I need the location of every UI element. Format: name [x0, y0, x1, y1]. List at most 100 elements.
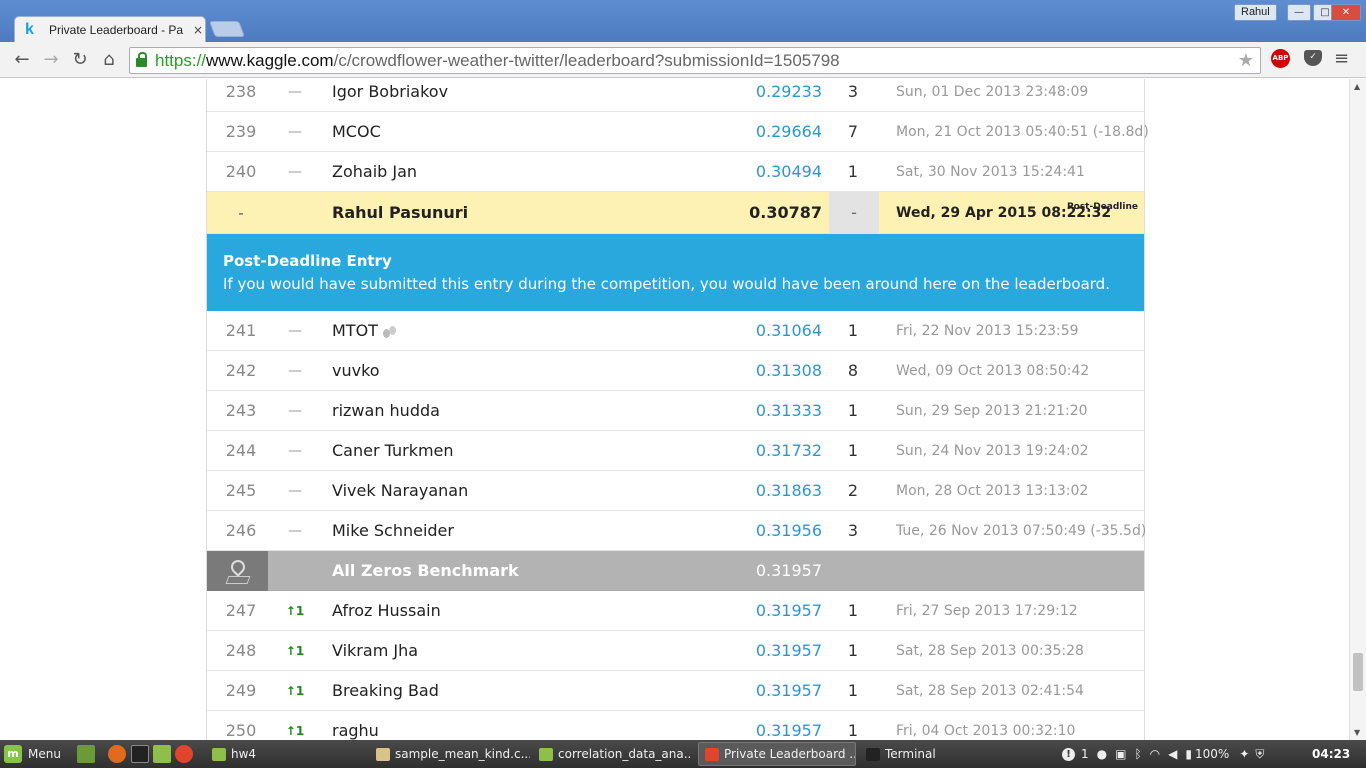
banner-text: If you would have submitted this entry d…: [223, 275, 1110, 293]
team-name[interactable]: Rahul Pasunuri: [332, 192, 468, 234]
adblock-icon[interactable]: ABP: [1271, 49, 1290, 68]
team-name[interactable]: vuvko: [332, 351, 380, 391]
bookmark-star-icon[interactable]: ★: [1238, 50, 1254, 71]
browser-tab[interactable]: k Private Leaderboard - Pa ×: [14, 16, 206, 42]
taskbar-window-button[interactable]: hw4: [206, 742, 356, 766]
firefox-icon[interactable]: [108, 745, 126, 763]
score-link[interactable]: 0.31957: [727, 711, 822, 740]
rank-change: ↑1: [285, 684, 305, 698]
score-link[interactable]: 0.31957: [727, 671, 822, 711]
team-name[interactable]: Caner Turkmen: [332, 431, 454, 471]
post-deadline-tag: Post-Deadline: [1067, 202, 1138, 212]
rank-cell: 241: [225, 321, 257, 340]
team-name[interactable]: Igor Bobriakov: [332, 79, 448, 112]
entries-count: 3: [847, 521, 859, 540]
notification-icon[interactable]: !: [1062, 747, 1075, 761]
tab-close-icon[interactable]: ×: [193, 23, 203, 37]
last-submission: Sun, 24 Nov 2013 19:24:02: [896, 443, 1089, 459]
team-name[interactable]: Breaking Bad: [332, 671, 439, 711]
reload-icon[interactable]: ↻: [69, 49, 91, 71]
clipboard-icon[interactable]: ▣: [1115, 747, 1126, 761]
forward-icon[interactable]: →: [40, 49, 62, 71]
rank-cell: 245: [225, 481, 257, 500]
scrollbar[interactable]: ▲ ▼: [1349, 79, 1366, 740]
new-tab-button[interactable]: [209, 21, 245, 37]
address-bar[interactable]: https://www.kaggle.com/c/crowdflower-wea…: [129, 47, 1261, 74]
score-link[interactable]: 0.31308: [727, 351, 822, 391]
benchmark-score: 0.31957: [755, 561, 822, 580]
dropbox-icon[interactable]: ✦: [1239, 747, 1249, 761]
team-name[interactable]: Mike Schneider: [332, 511, 454, 551]
team-name[interactable]: rizwan hudda: [332, 391, 440, 431]
team-name[interactable]: Vivek Narayanan: [332, 471, 468, 511]
battery-icon[interactable]: ▮: [1185, 747, 1192, 761]
window-label: sample_mean_kind.c...: [395, 747, 530, 761]
team-name-wrapper[interactable]: MTOT: [332, 311, 397, 351]
notification-count: 1: [1081, 747, 1089, 761]
team-icon: [382, 325, 397, 338]
chrome-launcher-icon[interactable]: [175, 745, 193, 763]
taskbar-window-button[interactable]: Terminal: [860, 742, 1010, 766]
entries-count: 1: [847, 321, 859, 340]
rank-cell: 249: [225, 681, 257, 700]
score-link[interactable]: 0.29233: [727, 79, 822, 112]
rank-cell: 239: [225, 122, 257, 141]
browser-titlebar: k Private Leaderboard - Pa × Rahul — □ ✕: [0, 0, 1366, 42]
last-submission: Fri, 22 Nov 2013 15:23:59: [896, 323, 1079, 339]
wifi-icon[interactable]: ◠: [1150, 747, 1160, 761]
clock[interactable]: 04:23: [1312, 747, 1350, 761]
post-deadline-banner: Post-Deadline Entry If you would have sub…: [207, 234, 1144, 311]
volume-icon[interactable]: ◀: [1168, 747, 1177, 761]
entries-count: 1: [847, 721, 859, 740]
team-name[interactable]: Vikram Jha: [332, 631, 418, 671]
team-name[interactable]: raghu: [332, 711, 379, 740]
table-row: 238 — Igor Bobriakov 0.29233 3 Sun, 01 Dec 20…: [207, 79, 1144, 112]
rank-cell: 243: [225, 401, 257, 420]
minimize-icon[interactable]: —: [1287, 4, 1311, 21]
scroll-thumb[interactable]: [1353, 653, 1363, 691]
table-row: 249 ↑1 Breaking Bad 0.31957 1 Sat, 28 Sep 201…: [207, 671, 1144, 711]
entries-count: 8: [847, 361, 859, 380]
rank-change: —: [288, 403, 302, 419]
entries-count: 1: [847, 401, 859, 420]
show-desktop-icon[interactable]: [77, 745, 95, 763]
score-value: 0.30787: [749, 203, 822, 222]
taskbar-window-button[interactable]: sample_mean_kind.c...: [370, 742, 530, 766]
team-name[interactable]: Afroz Hussain: [332, 591, 441, 631]
bluetooth-icon[interactable]: ᛒ: [1134, 747, 1141, 761]
terminal-launcher-icon[interactable]: [131, 745, 149, 763]
score-link[interactable]: 0.31064: [727, 311, 822, 351]
back-icon[interactable]: ←: [11, 49, 33, 71]
last-submission: Sun, 29 Sep 2013 21:21:20: [896, 403, 1088, 419]
home-icon[interactable]: ⌂: [98, 49, 120, 71]
score-link[interactable]: 0.30494: [727, 152, 822, 192]
entries-count: 3: [847, 82, 859, 101]
team-name[interactable]: MTOT: [332, 321, 378, 340]
banner-title: Post-Deadline Entry: [223, 252, 392, 270]
start-menu-button[interactable]: m Menu: [4, 745, 61, 763]
browser-menu-icon[interactable]: ≡: [1334, 48, 1349, 69]
score-link[interactable]: 0.31732: [727, 431, 822, 471]
user-icon[interactable]: ●: [1097, 747, 1107, 761]
rank-change: —: [288, 363, 302, 379]
menu-label: Menu: [28, 747, 61, 761]
team-name[interactable]: MCOC: [332, 112, 381, 152]
score-link[interactable]: 0.31333: [727, 391, 822, 431]
taskbar-window-button[interactable]: Private Leaderboard ...: [698, 742, 856, 766]
score-link[interactable]: 0.31956: [727, 511, 822, 551]
taskbar-window-button[interactable]: correlation_data_ana...: [533, 742, 691, 766]
shield-icon[interactable]: ⛨: [1255, 747, 1264, 762]
files-launcher-icon[interactable]: [153, 745, 171, 763]
team-name[interactable]: Zohaib Jan: [332, 152, 417, 192]
last-submission: Wed, 09 Oct 2013 08:50:42: [896, 363, 1090, 379]
score-link[interactable]: 0.31957: [727, 591, 822, 631]
scroll-down-icon[interactable]: ▼: [1354, 728, 1360, 737]
close-window-icon[interactable]: ✕: [1331, 4, 1361, 21]
scroll-up-icon[interactable]: ▲: [1354, 82, 1360, 91]
url-text[interactable]: https://www.kaggle.com/c/crowdflower-wea…: [155, 51, 840, 71]
score-link[interactable]: 0.29664: [727, 112, 822, 152]
score-link[interactable]: 0.31863: [727, 471, 822, 511]
rank-change: —: [288, 523, 302, 539]
score-link[interactable]: 0.31957: [727, 631, 822, 671]
profile-button[interactable]: Rahul: [1234, 4, 1277, 21]
